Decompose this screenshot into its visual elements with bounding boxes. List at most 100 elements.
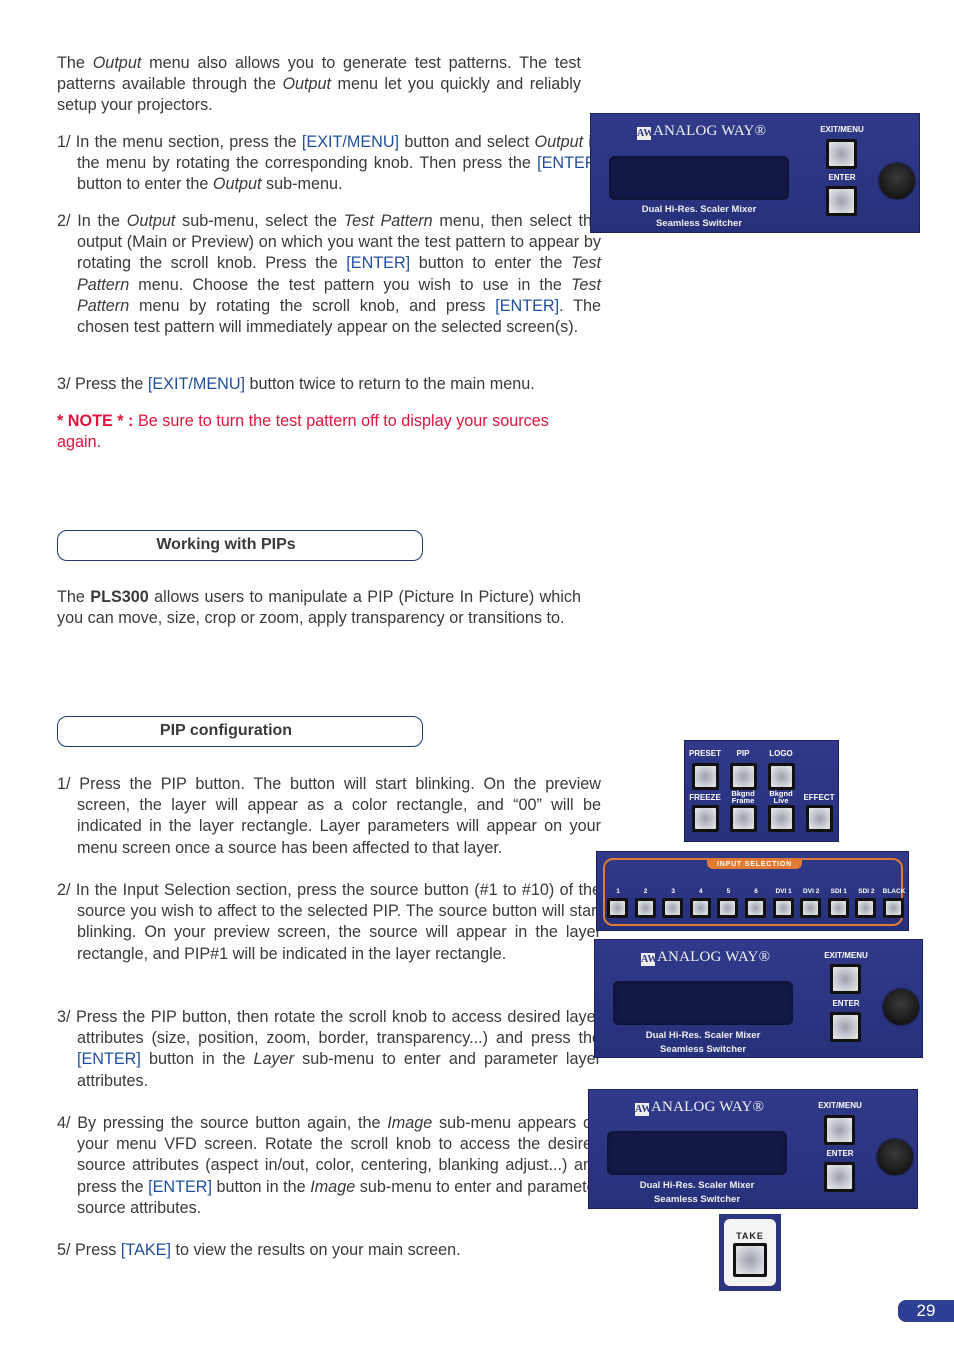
effect-label: EFFECT [803, 793, 835, 802]
enter-button[interactable] [826, 186, 857, 216]
input-label: 1 [616, 888, 620, 895]
text: Press the PIP button, then rotate the sc… [75, 1008, 601, 1048]
vfd-display [613, 981, 793, 1025]
step-number: 5/ [57, 1241, 75, 1259]
step-number: 1/ [57, 133, 76, 151]
pip-step-2: 2/ In the Input Selection section, press… [57, 880, 601, 965]
text: button in the [140, 1050, 254, 1069]
text: sub-menu. [261, 175, 343, 194]
input-label: BLACK [882, 888, 906, 895]
input-button[interactable] [855, 898, 877, 918]
effect-button[interactable] [806, 805, 833, 832]
enter-ref: [ENTER] [148, 1177, 212, 1196]
freeze-button[interactable] [692, 805, 719, 832]
enter-label: ENTER [826, 1149, 854, 1158]
exit-menu-ref: [EXIT/MENU] [147, 375, 246, 393]
input-button[interactable] [772, 898, 794, 918]
text: sub-menu, select the [175, 212, 344, 230]
exit-menu-label: EXIT/MENU [818, 1101, 862, 1110]
italic-term: Output [126, 212, 176, 230]
text: In the menu section, press the [75, 133, 302, 151]
subtitle-line-1: Dual Hi-Res. Scaler Mixer [641, 204, 757, 215]
text: By pressing the source button again, the [77, 1114, 388, 1132]
preset-label: PRESET [688, 749, 721, 758]
bkgnd-live-label: Bkgnd Live [769, 789, 793, 805]
brand-text: ANALOG WAY® [657, 949, 771, 965]
heading-text: Working with PIPs [156, 536, 296, 553]
italic-term: Output [534, 133, 584, 151]
text: menu. Choose the test pattern you wish t… [129, 275, 571, 294]
step-number: 2/ [57, 212, 78, 230]
logo-label: LOGO [769, 749, 793, 758]
text: Press [75, 1241, 121, 1259]
scroll-knob[interactable] [877, 1139, 913, 1175]
input-label: DVI 1 [775, 888, 792, 895]
input-label: 2 [643, 888, 648, 895]
analog-way-logo: AWANALOG WAY® [635, 1099, 764, 1116]
model-subtitle: Dual Hi-Res. Scaler Mixer Seamless Switch… [613, 1029, 793, 1057]
enter-ref: [ENTER] [77, 1050, 141, 1069]
take-button[interactable] [733, 1243, 767, 1277]
exit-menu-button[interactable] [826, 139, 857, 169]
input-button[interactable] [745, 898, 766, 918]
note: * NOTE * : Be sure to turn the test patt… [57, 411, 581, 453]
input-button[interactable] [689, 898, 711, 918]
text: button to enter the [77, 175, 213, 194]
italic-term: Test Pattern [343, 212, 433, 230]
input-selection-title: INPUT SELECTION [707, 860, 803, 869]
input-label: 4 [698, 888, 703, 895]
pip-step-4: 4/ By pressing the source button again, … [57, 1113, 601, 1219]
scroll-knob[interactable] [879, 163, 915, 199]
pip-button[interactable] [730, 763, 757, 790]
exit-menu-button[interactable] [830, 964, 861, 994]
input-button[interactable] [883, 898, 904, 918]
logo-mark-icon: AW [637, 127, 654, 140]
heading-text: PIP configuration [159, 722, 293, 739]
input-button[interactable] [662, 898, 684, 918]
input-button[interactable] [717, 898, 739, 918]
text: Press the PIP button. The button will st… [77, 775, 601, 857]
pip-step-3: 3/ Press the PIP button, then rotate the… [57, 1007, 601, 1092]
logo-button[interactable] [768, 763, 795, 790]
model-subtitle: Dual Hi-Res. Scaler Mixer Seamless Switch… [607, 1179, 787, 1207]
text: button twice to return to the main menu. [245, 375, 535, 393]
section-heading-working-with-pips: Working with PIPs [57, 530, 423, 561]
enter-button[interactable] [824, 1162, 855, 1192]
input-label: SDI 1 [830, 888, 847, 895]
exit-menu-ref: [EXIT/MENU] [301, 133, 400, 151]
input-selection-panel-image: INPUT SELECTION 1 2 3 4 5 6 DVI 1 DVI 2 SDI 1 SDI… [596, 851, 909, 931]
step-number: 2/ [57, 881, 76, 899]
text: to view the results on your main screen. [170, 1241, 461, 1259]
analog-way-logo: AWANALOG WAY® [641, 949, 770, 966]
pip-step-5: 5/ Press [TAKE] to view the results on y… [57, 1240, 601, 1261]
italic-term: Image [387, 1114, 433, 1132]
input-button[interactable] [634, 898, 656, 918]
pips-intro-paragraph: The PLS300 allows users to manipulate a … [57, 587, 581, 629]
scroll-knob[interactable] [883, 989, 919, 1025]
text: button in the [212, 1177, 311, 1196]
input-label: 6 [754, 888, 758, 895]
enter-label: ENTER [828, 173, 856, 182]
step-number: 4/ [57, 1114, 78, 1132]
exit-menu-button[interactable] [824, 1115, 855, 1145]
italic-term: Layer [253, 1050, 294, 1069]
page-number: 29 [898, 1300, 954, 1322]
note-label: * NOTE * : [57, 412, 138, 430]
text: button and select [399, 133, 535, 151]
enter-ref: [ENTER] [346, 254, 411, 273]
italic-term: Output [212, 175, 262, 194]
input-label: DVI 2 [803, 888, 820, 895]
brand-text: ANALOG WAY® [651, 1099, 765, 1115]
input-button[interactable] [827, 898, 849, 918]
input-button[interactable] [607, 898, 628, 918]
freeze-label: FREEZE [689, 793, 721, 802]
take-label: TAKE [736, 1231, 764, 1241]
enter-button[interactable] [830, 1012, 861, 1042]
text: The [57, 588, 91, 606]
logo-mark-icon: AW [641, 953, 658, 966]
bkgnd-live-button[interactable] [768, 805, 795, 832]
preset-button[interactable] [692, 763, 719, 790]
bkgnd-frame-button[interactable] [730, 805, 757, 832]
input-button[interactable] [800, 898, 822, 918]
brand-text: ANALOG WAY® [653, 123, 767, 139]
